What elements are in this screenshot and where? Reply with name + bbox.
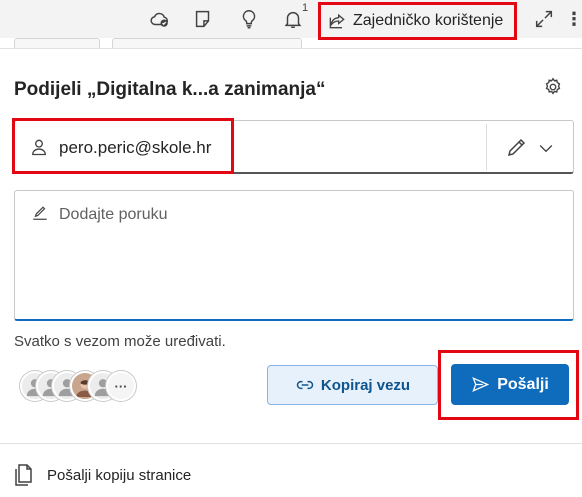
gear-icon[interactable] [542,76,564,98]
share-icon [329,13,345,29]
edit-permission-icon[interactable] [505,135,529,159]
link-permission-text[interactable]: Svatko s vezom može uređivati. [14,333,226,350]
top-toolbar: 1 Zajedničko korištenje ⋮ [0,0,582,40]
share-button-label: Zajedničko korištenje [353,12,504,29]
background-tab [112,38,302,48]
copy-link-button[interactable]: Kopiraj vezu [267,365,438,405]
copy-link-label: Kopiraj vezu [320,376,411,394]
more-avatars-button[interactable]: ··· [106,371,136,401]
cloud-check-icon[interactable] [147,6,173,32]
page-copy-icon[interactable] [13,463,35,487]
notes-icon[interactable] [190,6,216,32]
background-tab [14,38,100,48]
lightbulb-icon[interactable] [236,6,262,32]
footer-divider [0,443,582,444]
dialog-title: Podijeli „Digitalna k...a zanimanja“ [14,79,326,100]
send-page-copy-link[interactable]: Pošalji kopiju stranice [47,467,191,484]
expand-icon[interactable] [531,6,557,32]
send-highlight-box [438,350,579,420]
message-placeholder: Dodajte poruku [59,206,168,223]
divider [486,124,487,170]
share-button[interactable]: Zajedničko korištenje [318,2,517,40]
compose-icon [31,205,49,223]
shared-with-avatars[interactable]: ··· [20,371,150,403]
notification-count: 1 [302,2,309,14]
recipient-highlight-box [12,118,234,174]
more-icon[interactable]: ⋮ [565,6,582,32]
chevron-down-icon[interactable] [536,138,556,158]
link-icon [296,380,314,390]
